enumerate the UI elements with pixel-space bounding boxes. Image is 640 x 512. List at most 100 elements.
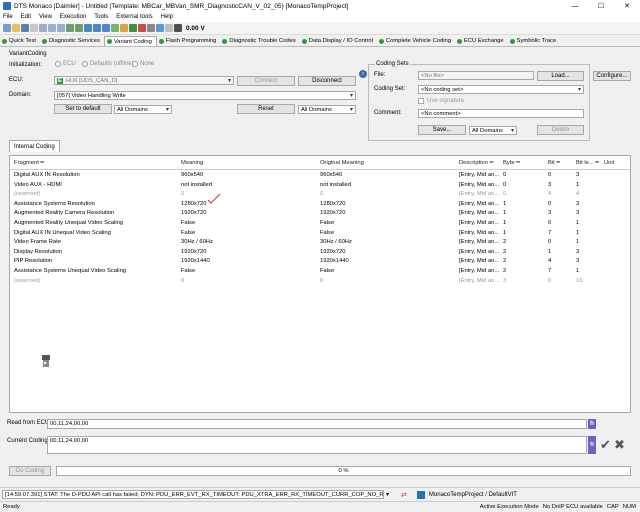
ecu-select[interactable]: E HU6 [UDS_CAN_D] [54, 76, 234, 85]
copy-icon[interactable] [48, 24, 56, 32]
cut-icon[interactable] [39, 24, 47, 32]
trace-icon[interactable] [147, 24, 155, 32]
settings-icon[interactable] [120, 24, 128, 32]
column-meaning[interactable]: Meaning [181, 160, 203, 166]
save-icon[interactable] [21, 24, 29, 32]
tab-flash-programming[interactable]: Flash Programming [157, 36, 221, 46]
minimize-button[interactable]: — [562, 0, 588, 12]
cell-meaning: 30Hz / 60Hz [181, 239, 213, 246]
apply-check-icon[interactable]: ✔ [600, 437, 611, 453]
set-to-default-button[interactable]: Set to default [54, 104, 112, 114]
menu-edit[interactable]: Edit [21, 14, 31, 20]
radio-none[interactable]: None [132, 61, 154, 67]
table-row[interactable]: Video AUX - HDMI not installed not install… [10, 181, 630, 191]
radio-ecu[interactable]: ECU [55, 61, 76, 67]
table-row[interactable]: (reserved) 0 0 [Entry, Mid an... 0 4 4 [10, 190, 630, 200]
vehicle-icon[interactable] [156, 24, 164, 32]
column-byte[interactable]: Byte ━ [503, 160, 520, 166]
column-unit[interactable]: Unit [604, 160, 614, 166]
configure-button[interactable]: Configure... [593, 71, 631, 81]
coding-set-select[interactable]: <No coding set> [418, 85, 584, 94]
project-label: MonacoTempProject / DefaultVIT [428, 491, 517, 498]
load-button[interactable]: Load... [537, 71, 584, 81]
table-row[interactable]: Augmented Reality Camera Resolution 1920x… [10, 209, 630, 219]
menu-external-tools[interactable]: External tools [116, 14, 152, 20]
status-dot-icon [301, 38, 307, 44]
save-coding-set-button[interactable]: Save... [418, 125, 466, 135]
table-row[interactable]: Augmented Reality Unequal Video Scaling F… [10, 219, 630, 229]
connect-button[interactable]: Connect [237, 76, 295, 86]
table-row[interactable]: Assistance Systems Resolution 1280x720 128… [10, 200, 630, 210]
tab-diagnostic-services[interactable]: Diagnostic Services [40, 36, 104, 46]
file-field[interactable]: <No file> [418, 71, 534, 80]
table-row[interactable]: PIP Resolution 1920x1440 1920x1440 [Entry, … [10, 257, 630, 267]
current-coding-field[interactable]: 00,11,24,00,00 [47, 436, 587, 454]
table-row[interactable]: Digital AUX IN Resolution 960x540 960x540 [… [10, 171, 630, 181]
connect-icon[interactable] [129, 24, 137, 32]
table-row[interactable]: Display Resolution 1920x720 1920x720 [Entry… [10, 248, 630, 258]
ignition-icon[interactable] [165, 24, 173, 32]
table-row[interactable]: Digital AUX IN Unequal Video Scaling Fals… [10, 229, 630, 239]
layout-icon[interactable] [84, 24, 92, 32]
tab-variant-coding[interactable]: Variant Coding [103, 36, 157, 46]
table-row[interactable]: (reserved) 0 0 [Entry, Mid an... 3 0 16 [10, 277, 630, 287]
tab-data-display[interactable]: Data Display / IO Control [300, 36, 377, 46]
default-domains-select[interactable]: All Domains [114, 105, 172, 114]
progress-text: 0 % [338, 468, 349, 474]
grid-icon[interactable] [93, 24, 101, 32]
tab-diagnostic-trouble-codes[interactable]: Diagnostic Trouble Codes [220, 36, 299, 46]
tab-quick-test[interactable]: Quick Test [0, 36, 40, 46]
error-arrow-icon[interactable]: ⇄ [401, 491, 407, 499]
workspace-icon[interactable] [111, 24, 119, 32]
table-row[interactable]: Video Frame Rate 30Hz / 60Hz 30Hz / 60Hz [E… [10, 238, 630, 248]
redo-icon[interactable] [75, 24, 83, 32]
cell-bit: 0 [548, 277, 552, 284]
discard-cross-icon[interactable]: ✖ [614, 437, 625, 453]
arrow-right-icon[interactable]: › [359, 70, 367, 78]
menu-execution[interactable]: Execution [60, 14, 86, 20]
do-coding-button[interactable]: Do Coding [9, 466, 51, 476]
table-row[interactable]: Assistance Systems Unequal Video Scaling… [10, 267, 630, 277]
tab-internal-coding[interactable]: Internal Coding [9, 140, 60, 152]
tab-label: Quick Test [9, 38, 36, 44]
log-dropdown-icon[interactable]: ▾ [386, 491, 389, 498]
comment-field[interactable]: <No comment> [418, 109, 584, 118]
column-original-meaning[interactable]: Original Meaning [320, 160, 364, 166]
hex-toggle-button[interactable]: h [588, 436, 596, 454]
menu-help[interactable]: Help [161, 14, 173, 20]
hex-toggle-button[interactable]: h [588, 419, 596, 429]
undo-icon[interactable] [66, 24, 74, 32]
radio-defaults[interactable]: Defaults (offline) [82, 61, 134, 67]
disconnect-icon[interactable] [138, 24, 146, 32]
use-signature-checkbox[interactable]: Use signature [418, 98, 464, 104]
open-icon[interactable] [12, 24, 20, 32]
panel-icon[interactable] [102, 24, 110, 32]
tab-symbolic-trace[interactable]: Symbolic Trace [508, 36, 561, 46]
delete-button[interactable]: Delete [537, 125, 584, 135]
radio-circle-icon [82, 61, 88, 67]
paste-icon[interactable] [57, 24, 65, 32]
reset-domains-select[interactable]: All Domains [298, 105, 356, 114]
tab-complete-vehicle-coding[interactable]: Complete Vehicle Coding [377, 36, 455, 46]
cell-bitlen: 1 [576, 229, 580, 236]
column-description[interactable]: Description ━ [459, 160, 493, 166]
menu-view[interactable]: View [39, 14, 52, 20]
maximize-button[interactable]: ☐ [588, 0, 614, 12]
cell-meaning: 1920x720 [181, 248, 207, 255]
column-bit-length[interactable]: Bit le... ━ [576, 160, 599, 166]
cell-original: 1920x720 [320, 248, 346, 255]
menu-tools[interactable]: Tools [94, 14, 108, 20]
domain-select[interactable]: [057] Video Handling Write [54, 91, 356, 100]
new-icon[interactable] [3, 24, 11, 32]
close-button[interactable]: ✕ [614, 0, 640, 12]
column-fragment[interactable]: Fragment ━ [14, 160, 44, 166]
menu-file[interactable]: File [3, 14, 13, 20]
tab-label: Data Display / IO Control [308, 38, 373, 44]
cell-fragment: Assistance Systems Resolution [14, 200, 95, 207]
reset-button[interactable]: Reset [237, 104, 295, 114]
coding-set-domains-select[interactable]: All Domains [469, 126, 517, 135]
tab-ecu-exchange[interactable]: ECU Exchange [455, 36, 508, 46]
print-icon[interactable] [30, 24, 38, 32]
disconnect-button[interactable]: Disconnect [298, 76, 356, 86]
column-bit[interactable]: Bit ━ [548, 160, 560, 166]
